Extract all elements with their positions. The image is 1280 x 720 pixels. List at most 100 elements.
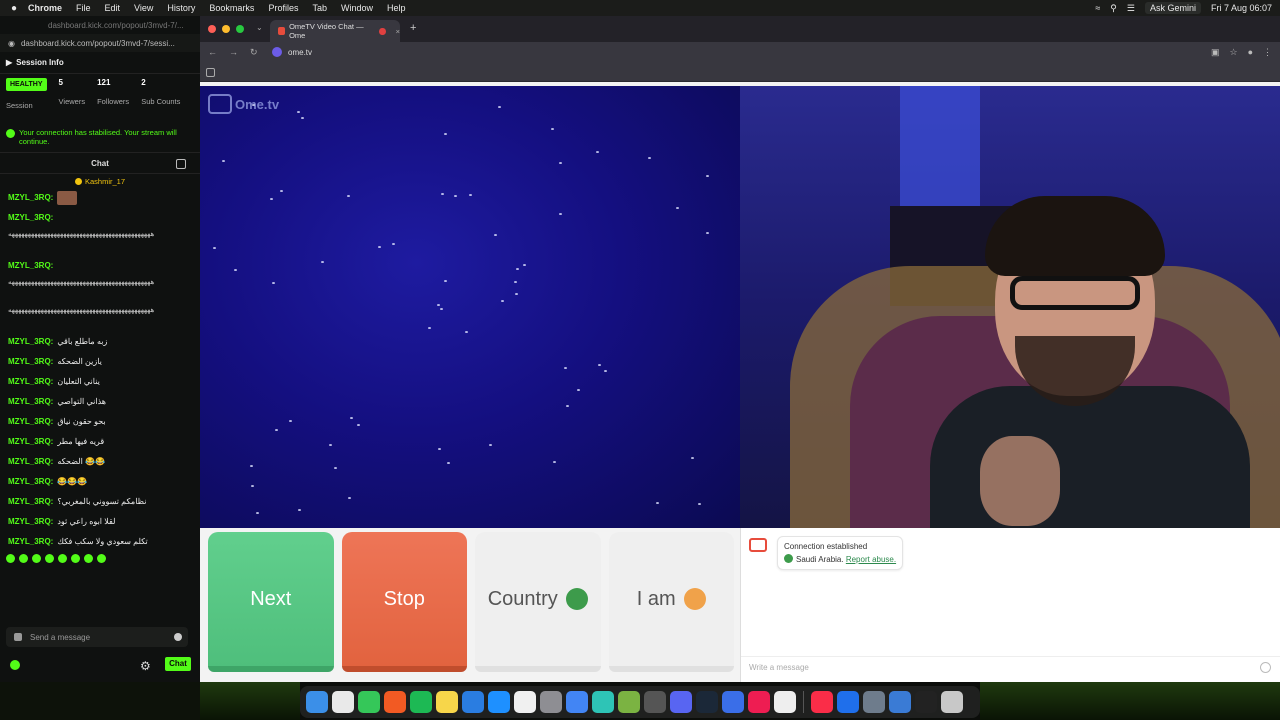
saudi-flag-icon (784, 554, 793, 563)
clock[interactable]: Fri 7 Aug 06:07 (1211, 3, 1272, 13)
chat-username[interactable]: MZYL_3RQ: (8, 457, 53, 466)
menu-help[interactable]: Help (387, 3, 406, 13)
chat-message: MZYL_3RQ: لقلا ابوه راعي ثود (8, 512, 192, 532)
bookmark-star-icon[interactable]: ☆ (1229, 47, 1237, 58)
app-store-icon[interactable] (488, 691, 510, 713)
minimized-window-icon[interactable] (915, 691, 937, 713)
tab-search-icon[interactable]: ⌄ (256, 23, 263, 32)
chat-text: الضحكه 😂😂 (57, 457, 105, 466)
chat-username[interactable]: MZYL_3RQ: (8, 337, 53, 346)
wifi-icon[interactable]: ≈ (1095, 3, 1100, 13)
address-bar[interactable]: ome.tv (272, 47, 312, 57)
send-message-input[interactable]: Send a message (6, 627, 188, 647)
steam-icon[interactable] (696, 691, 718, 713)
menu-history[interactable]: History (167, 3, 195, 13)
emote-icon (84, 554, 93, 563)
chat-username[interactable]: MZYL_3RQ: (8, 397, 53, 406)
notes-icon[interactable] (436, 691, 458, 713)
control-center-icon[interactable]: ☰ (1127, 3, 1135, 14)
bluestacks-icon[interactable] (618, 691, 640, 713)
saudi-flag-icon (565, 588, 588, 610)
reload-icon[interactable]: ↻ (250, 47, 258, 58)
chat-username[interactable]: MZYL_3RQ: (8, 537, 53, 546)
profile-icon[interactable]: ● (1248, 47, 1253, 58)
menu-window[interactable]: Window (341, 3, 373, 13)
stat-value: 5 (58, 78, 63, 87)
chat-username[interactable]: MZYL_3RQ: (8, 357, 53, 366)
trash-icon[interactable] (941, 691, 963, 713)
chat-username[interactable]: MZYL_3RQ: (8, 261, 53, 270)
person-hand-image (980, 436, 1060, 526)
site-info-icon[interactable] (272, 47, 282, 57)
country-label: Country (487, 587, 558, 610)
safari-compass-icon[interactable] (889, 691, 911, 713)
write-message-input[interactable]: Write a message (741, 656, 1280, 678)
ask-gemini-button[interactable]: Ask Gemini (1144, 2, 1201, 14)
pinned-username[interactable]: Kashmir_17 (85, 177, 125, 186)
chat-message: MZYL_3RQ: نظامكم تسووني بالمغربي؟ (8, 492, 192, 512)
menu-tab[interactable]: Tab (312, 3, 327, 13)
menu-file[interactable]: File (76, 3, 91, 13)
messages-icon[interactable] (358, 691, 380, 713)
address-bar-row: ← → ↻ ome.tv ▣ ☆ ● ⋮ (200, 42, 1280, 64)
close-tab-icon[interactable]: × (396, 27, 400, 36)
menu-view[interactable]: View (134, 3, 153, 13)
search-icon[interactable]: ⚲ (1110, 3, 1117, 14)
emoji-icon[interactable] (1260, 662, 1271, 673)
cast-icon[interactable]: ▣ (1211, 47, 1220, 58)
report-abuse-link[interactable]: Report abuse. (846, 555, 896, 564)
new-tab-button[interactable]: + (410, 22, 416, 34)
facetime-icon[interactable] (592, 691, 614, 713)
menu-profiles[interactable]: Profiles (268, 3, 298, 13)
chat-username[interactable]: MZYL_3RQ: (8, 437, 53, 446)
chat-username[interactable]: MZYL_3RQ: (8, 497, 53, 506)
zoom-window-button[interactable] (236, 25, 244, 33)
stop-button[interactable]: Stop (341, 532, 467, 672)
badge-icon (74, 178, 82, 185)
preview-icon[interactable] (863, 691, 885, 713)
close-window-button[interactable] (208, 25, 216, 33)
forward-icon[interactable]: → (229, 47, 238, 58)
apps-grid-icon[interactable] (206, 68, 215, 77)
star-dot (604, 370, 607, 372)
gear-icon[interactable]: ⚙ (140, 659, 151, 673)
menu-edit[interactable]: Edit (105, 3, 121, 13)
music-icon[interactable] (811, 691, 833, 713)
capcut-icon[interactable] (774, 691, 796, 713)
chat-username[interactable]: MZYL_3RQ: (8, 477, 53, 486)
obs-icon[interactable] (644, 691, 666, 713)
menu-app-chrome[interactable]: Chrome (28, 3, 62, 13)
tiktok-icon[interactable] (748, 691, 770, 713)
back-icon[interactable]: ← (208, 47, 217, 58)
kick-url-bar[interactable]: ◉ dashboard.kick.com/popout/3mvd-7/sessi… (0, 34, 200, 52)
chat-username[interactable]: MZYL_3RQ: (8, 517, 53, 526)
gender-button[interactable]: I am (608, 532, 734, 672)
chrome-icon[interactable] (566, 691, 588, 713)
system-settings-icon[interactable] (540, 691, 562, 713)
discord-icon[interactable] (670, 691, 692, 713)
chat-username[interactable]: MZYL_3RQ: (8, 417, 53, 426)
minimize-window-button[interactable] (222, 25, 230, 33)
chat-send-button[interactable]: Chat (165, 657, 191, 671)
notion-icon[interactable] (514, 691, 536, 713)
emoji-picker-icon[interactable] (174, 633, 182, 641)
xcode-icon[interactable] (722, 691, 744, 713)
safari-icon[interactable] (837, 691, 859, 713)
launchpad-icon[interactable] (332, 691, 354, 713)
chat-username[interactable]: MZYL_3RQ: (8, 213, 53, 222)
apple-menu-icon[interactable]: ● (0, 3, 28, 14)
spotify-icon[interactable] (410, 691, 432, 713)
freeform-icon[interactable] (462, 691, 484, 713)
collapse-icon[interactable]: ▶ (6, 58, 12, 67)
window-controls (208, 25, 244, 33)
menu-bookmarks[interactable]: Bookmarks (209, 3, 254, 13)
finder-icon[interactable] (306, 691, 328, 713)
users-icon[interactable] (176, 159, 186, 169)
brave-icon[interactable] (384, 691, 406, 713)
country-button[interactable]: Country (475, 532, 601, 672)
tab-ometv[interactable]: OmeTV Video Chat — Ome × (270, 20, 400, 42)
chat-username[interactable]: MZYL_3RQ: (8, 193, 53, 202)
more-menu-icon[interactable]: ⋮ (1263, 47, 1272, 58)
next-button[interactable]: Next (208, 532, 334, 672)
chat-username[interactable]: MZYL_3RQ: (8, 377, 53, 386)
